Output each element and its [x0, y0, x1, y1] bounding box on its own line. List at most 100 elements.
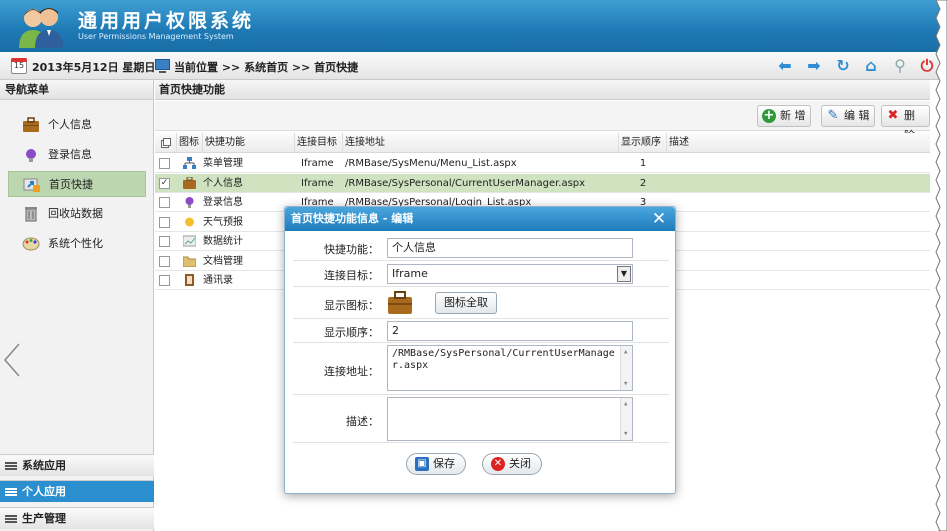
grid-header: 图标 快捷功能 连接目标 连接地址 显示顺序 描述 — [155, 133, 930, 153]
delete-x-icon: ✖ — [887, 108, 899, 123]
dialog-title: 首页快捷功能信息 - 编辑 — [285, 207, 675, 231]
row-desc — [669, 213, 929, 232]
edit-dialog: 首页快捷功能信息 - 编辑 ✕ 快捷功能： 个人信息 连接目标： Iframe … — [284, 206, 676, 494]
col-header-url: 连接地址 — [343, 133, 619, 153]
nav-item-label: 首页快捷 — [49, 178, 93, 191]
table-row[interactable]: 菜单管理 Iframe/RMBase/SysMenu/Menu_List.aspx… — [155, 154, 930, 173]
select-all-icon — [161, 138, 171, 148]
row-desc — [669, 252, 929, 271]
function-label: 快捷功能： — [324, 243, 379, 256]
panel-title: 首页快捷功能 — [155, 80, 930, 100]
nav-item-home-shortcut[interactable]: 首页快捷 — [8, 171, 146, 197]
desc-scrollbar[interactable] — [620, 398, 632, 440]
nav-item-label: 个人信息 — [48, 118, 92, 131]
row-function: 天气预报 — [203, 216, 243, 228]
nav-sidebar: 导航菜单 个人信息 登录信息 首页快捷 回收站数据 系统个性化 系统应用 个人应… — [0, 80, 154, 531]
nav-item-label: 登录信息 — [48, 148, 92, 161]
accordion-production[interactable]: 生产管理 — [0, 507, 154, 529]
briefcase-icon — [183, 176, 196, 189]
row-desc — [669, 232, 929, 251]
col-header-order: 显示顺序 — [619, 133, 667, 153]
field-row-url: 连接地址： /RMBase/SysPersonal/CurrentUserMan… — [293, 343, 669, 395]
url-textarea[interactable]: /RMBase/SysPersonal/CurrentUserManager.a… — [387, 345, 633, 391]
target-select[interactable]: Iframe ▼ — [387, 264, 633, 284]
row-order: 2 — [639, 177, 647, 189]
nav-item-label: 回收站数据 — [48, 207, 103, 220]
row-function: 个人信息 — [203, 177, 243, 189]
close-button[interactable]: ✕ 关闭 — [482, 453, 542, 475]
row-desc — [669, 154, 929, 173]
desc-label: 描述： — [346, 415, 379, 428]
row-desc — [669, 174, 929, 193]
accordion-personal-apps[interactable]: 个人应用 — [0, 480, 154, 502]
monitor-icon — [155, 59, 170, 73]
home-icon[interactable]: ⌂ — [862, 57, 880, 75]
url-label: 连接地址： — [324, 365, 379, 378]
accordion-system-apps[interactable]: 系统应用 — [0, 454, 154, 476]
nav-item-login-info[interactable]: 登录信息 — [8, 142, 146, 168]
save-button[interactable]: ▣ 保存 — [406, 453, 466, 475]
sitemap-icon — [183, 157, 196, 169]
nav-item-label: 系统个性化 — [48, 237, 103, 250]
close-circle-icon: ✕ — [491, 457, 505, 471]
url-scrollbar[interactable] — [620, 346, 632, 390]
lightbulb-icon — [185, 197, 194, 208]
lightbulb-icon — [26, 149, 36, 162]
search-icon[interactable]: ⚲ — [891, 57, 909, 75]
target-label: 连接目标： — [324, 269, 379, 282]
close-button-label: 关闭 — [509, 457, 531, 470]
chevron-left-icon[interactable] — [2, 342, 22, 378]
row-target: Iframe — [301, 177, 334, 189]
row-function: 数据统计 — [203, 236, 243, 247]
dropdown-arrow-icon[interactable]: ▼ — [617, 266, 631, 282]
row-checkbox[interactable] — [159, 216, 170, 228]
close-icon[interactable]: ✕ — [651, 210, 667, 228]
function-input[interactable]: 个人信息 — [387, 238, 633, 258]
row-checkbox[interactable] — [159, 236, 170, 247]
row-checkbox[interactable] — [159, 275, 170, 286]
row-checkbox[interactable] — [159, 255, 170, 267]
edit-button-label: 编 辑 — [844, 109, 870, 122]
row-checkbox[interactable]: ✓ — [159, 177, 170, 189]
floppy-disk-icon: ▣ — [415, 457, 429, 471]
row-function: 菜单管理 — [203, 158, 243, 169]
palette-icon — [22, 237, 40, 251]
breadcrumb: 当前位置 >> 系统首页 >> 首页快捷 — [174, 61, 359, 74]
nav-item-personalization[interactable]: 系统个性化 — [8, 231, 146, 257]
add-button[interactable]: + 新 增 — [757, 105, 811, 127]
col-header-icon: 图标 — [177, 133, 203, 153]
refresh-icon[interactable]: ↻ — [834, 57, 852, 75]
calendar-icon: 15 — [11, 58, 27, 74]
row-target: Iframe — [301, 158, 334, 169]
nav-item-recycle-bin[interactable]: 回收站数据 — [8, 201, 146, 227]
field-row-target: 连接目标： Iframe ▼ — [293, 261, 669, 287]
row-desc — [669, 193, 929, 212]
forward-arrow-icon[interactable]: ➡ — [805, 57, 823, 75]
choose-icon-button[interactable]: 图标全取 — [435, 292, 497, 314]
row-checkbox[interactable] — [159, 158, 170, 169]
info-bar: 15 2013年5月12日 星期日 当前位置 >> 系统首页 >> 首页快捷 ⬅… — [0, 52, 947, 80]
select-all-header[interactable] — [155, 133, 177, 153]
back-arrow-icon[interactable]: ⬅ — [776, 57, 794, 75]
row-function: 通讯录 — [203, 275, 233, 286]
icon-label: 显示图标： — [324, 299, 379, 312]
app-window: 通用用户权限系统 User Permissions Management Sys… — [0, 0, 947, 531]
recycle-bin-icon — [25, 207, 37, 222]
col-header-target: 连接目标 — [295, 133, 343, 153]
desc-textarea[interactable] — [387, 397, 633, 441]
col-header-function: 快捷功能 — [203, 133, 295, 153]
grid-toolbar: + 新 增 ✎ 编 辑 ✖ 删 除 — [155, 101, 930, 142]
field-row-order: 显示顺序： 2 — [293, 319, 669, 343]
chart-icon — [183, 235, 196, 247]
delete-button[interactable]: ✖ 删 除 — [881, 105, 930, 142]
row-function: 登录信息 — [203, 197, 243, 208]
shortcut-icon — [23, 178, 40, 192]
order-input[interactable]: 2 — [387, 321, 633, 341]
pencil-icon: ✎ — [827, 108, 839, 123]
nav-item-personal-info[interactable]: 个人信息 — [8, 112, 146, 138]
row-checkbox[interactable] — [159, 197, 170, 208]
field-row-desc: 描述： — [293, 395, 669, 443]
edit-button[interactable]: ✎ 编 辑 — [821, 105, 875, 127]
field-row-function: 快捷功能： 个人信息 — [293, 235, 669, 261]
table-row[interactable]: ✓ 个人信息 Iframe/RMBase/SysPersonal/CurrentUs… — [155, 173, 930, 193]
